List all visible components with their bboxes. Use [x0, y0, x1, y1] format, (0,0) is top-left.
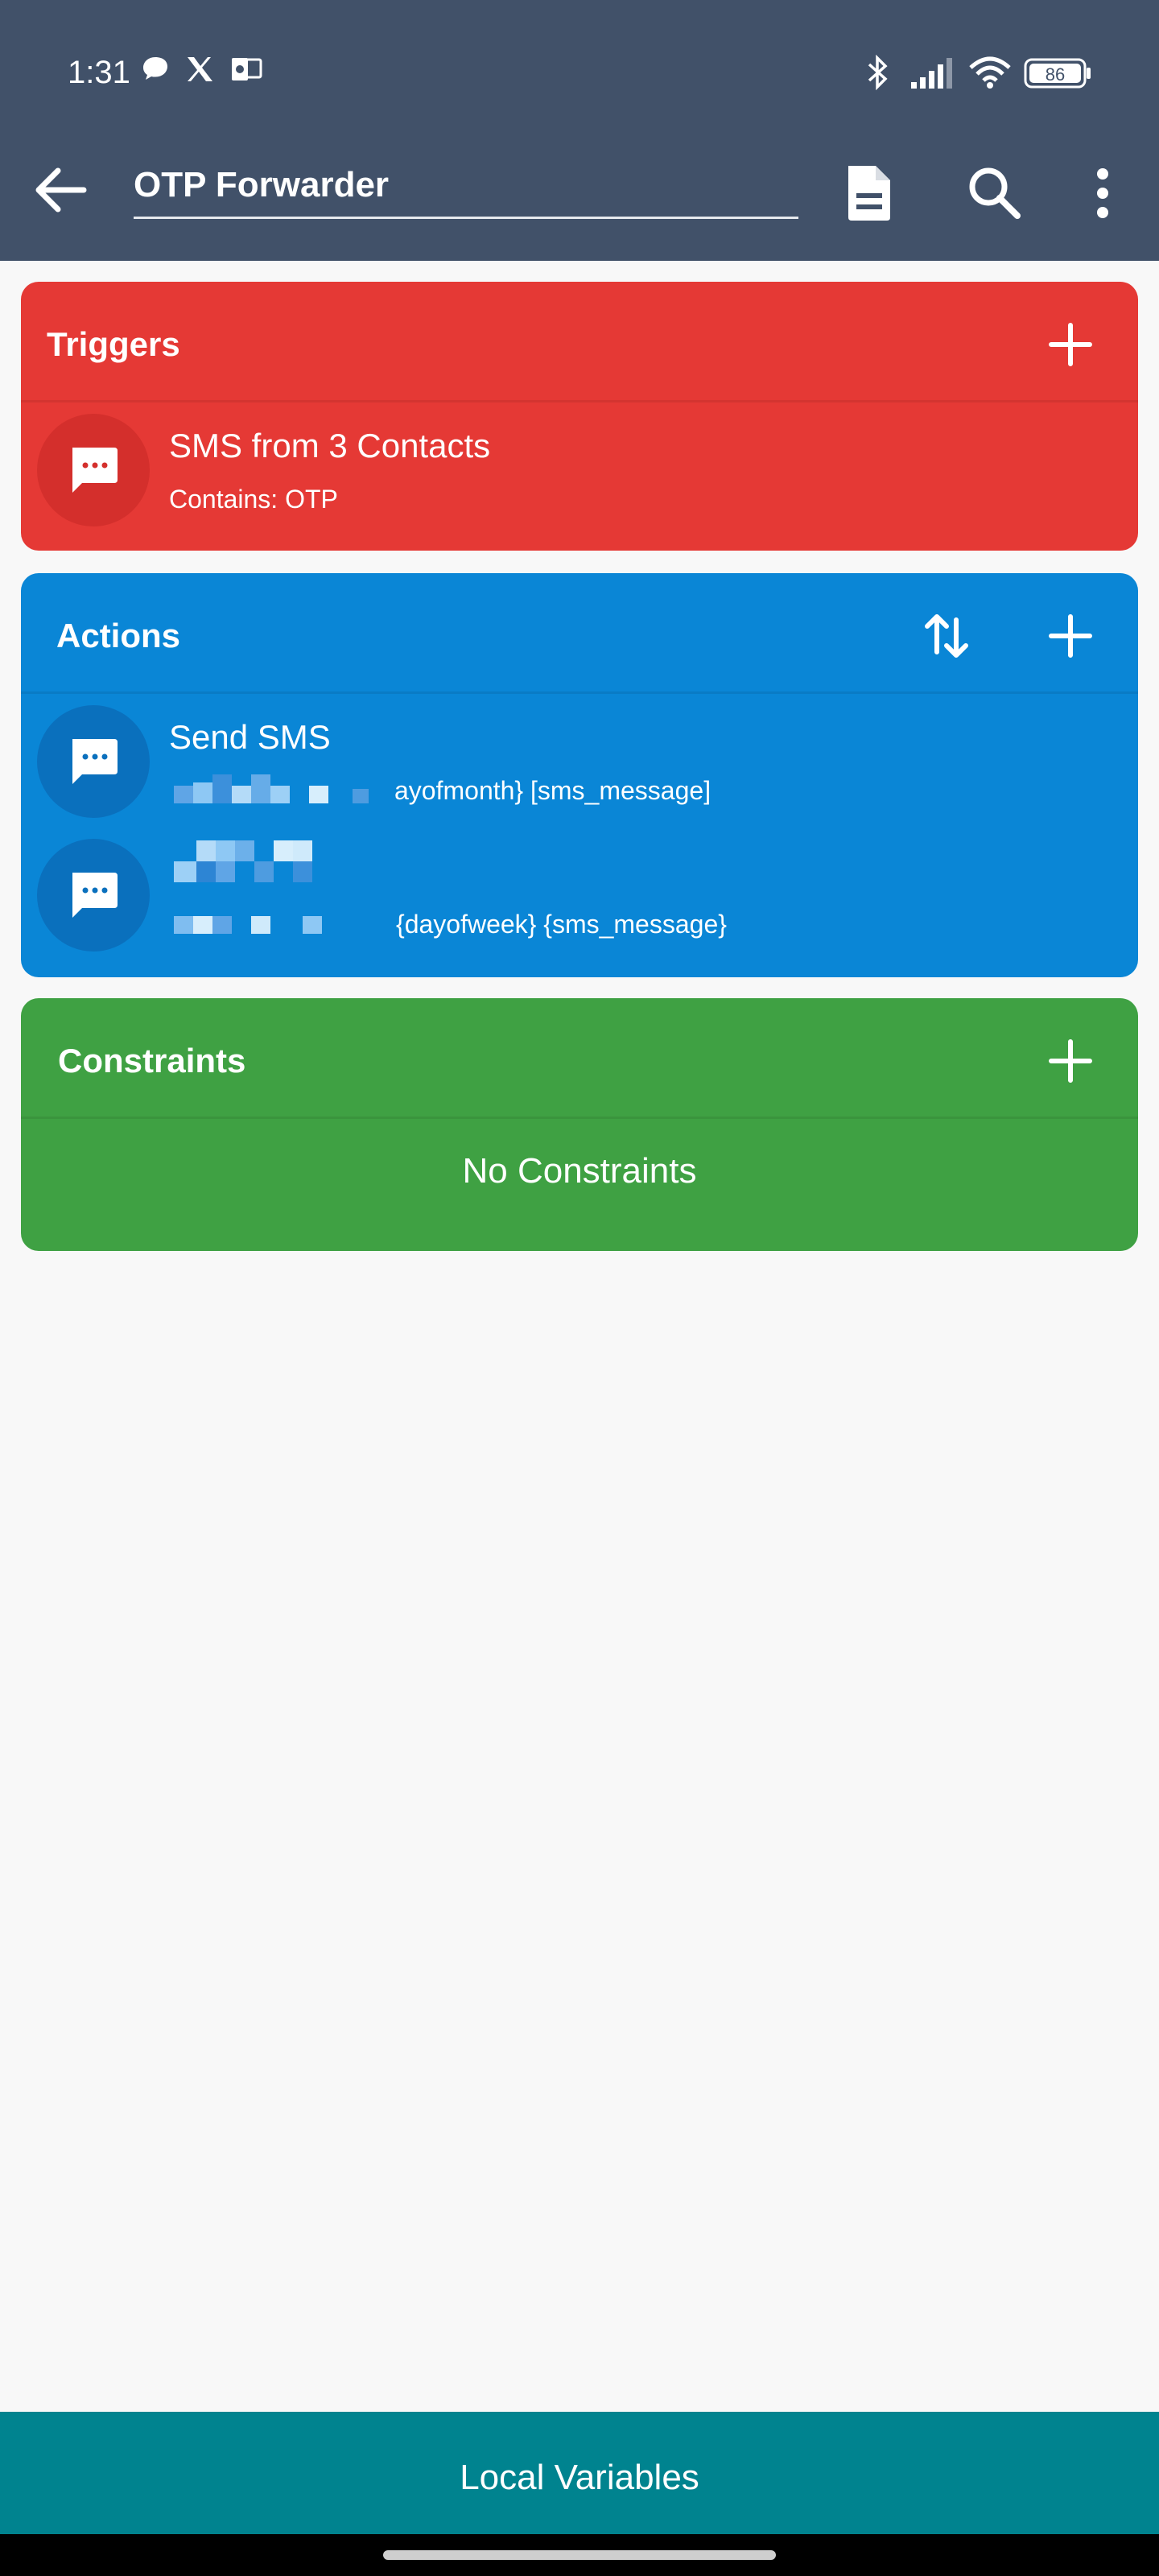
redacted-text [174, 910, 375, 942]
chat-bubble-icon [142, 55, 169, 86]
add-action-button[interactable] [1038, 604, 1103, 668]
action-item[interactable]: {dayofweek} {sms_message} [21, 828, 1138, 961]
action-title: Send SMS [169, 718, 331, 756]
battery-icon: 86 [1024, 58, 1093, 93]
reorder-actions-button[interactable] [914, 604, 979, 668]
macro-name-field[interactable]: OTP Forwarder [134, 161, 798, 219]
outlook-icon [230, 55, 262, 88]
page-title: OTP Forwarder [134, 165, 390, 204]
more-options-button[interactable] [1070, 161, 1135, 225]
status-time: 1:31 [68, 55, 130, 90]
search-button[interactable] [963, 161, 1027, 225]
search-icon [969, 167, 1021, 219]
plus-icon [1049, 614, 1092, 658]
actions-header: Actions [21, 573, 1138, 694]
signal-icon [909, 55, 956, 94]
add-trigger-button[interactable] [1038, 312, 1103, 377]
app-bar: 1:31 86 OTP Forwarder [0, 0, 1159, 261]
actions-card: Actions Send SMS ayofmonth} [sms_message… [21, 573, 1138, 977]
plus-icon [1049, 323, 1092, 366]
bluetooth-icon [866, 54, 890, 94]
sms-icon [72, 448, 118, 493]
gesture-nav-bar [0, 2534, 1159, 2576]
back-button[interactable] [29, 161, 95, 219]
action-subtitle: {dayofweek} {sms_message} [396, 910, 727, 939]
back-arrow-icon [35, 167, 87, 213]
constraints-card: Constraints No Constraints [21, 998, 1138, 1251]
plus-icon [1049, 1039, 1092, 1083]
battery-level: 86 [1046, 64, 1065, 85]
triggers-title: Triggers [47, 325, 180, 363]
redacted-title [174, 840, 359, 882]
document-button[interactable] [837, 161, 901, 225]
swap-vertical-icon [925, 614, 968, 658]
document-icon [848, 166, 890, 221]
constraints-header: Constraints [21, 998, 1138, 1119]
local-variables-button[interactable]: Local Variables [0, 2412, 1159, 2534]
actions-title: Actions [56, 617, 181, 654]
status-bar: 1:31 86 [0, 42, 1159, 106]
trigger-subtitle: Contains: OTP [169, 485, 338, 514]
home-indicator[interactable] [383, 2550, 776, 2560]
triggers-header: Triggers [21, 282, 1138, 402]
constraints-title: Constraints [58, 1042, 246, 1080]
sms-icon [72, 873, 118, 918]
sms-icon-circle [37, 839, 150, 952]
more-vert-icon [1097, 168, 1108, 218]
redacted-text [174, 774, 391, 811]
no-constraints-text: No Constraints [462, 1151, 697, 1191]
trigger-item[interactable]: SMS from 3 Contacts Contains: OTP [21, 402, 1138, 536]
x-logo-icon [185, 55, 214, 88]
add-constraint-button[interactable] [1038, 1029, 1103, 1093]
local-variables-label: Local Variables [460, 2458, 699, 2497]
action-subtitle: ayofmonth} [sms_message] [394, 776, 711, 805]
wifi-icon [967, 55, 1013, 94]
action-item[interactable]: Send SMS ayofmonth} [sms_message] [21, 694, 1138, 828]
triggers-card: Triggers SMS from 3 Contacts Contains: O… [21, 282, 1138, 551]
trigger-title: SMS from 3 Contacts [169, 427, 491, 464]
sms-icon [72, 739, 118, 784]
toolbar: OTP Forwarder [0, 145, 1159, 233]
sms-icon-circle [37, 414, 150, 526]
sms-icon-circle [37, 705, 150, 818]
